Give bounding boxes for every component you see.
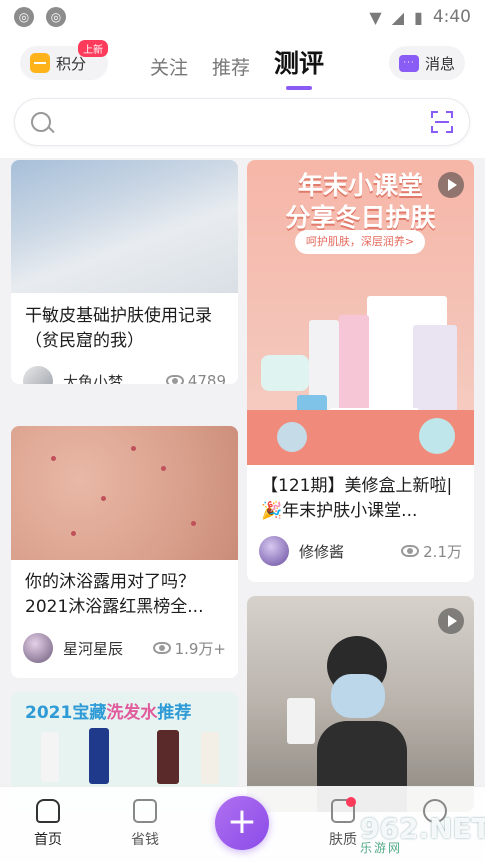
tab-recommend[interactable]: 推荐 [212,53,250,80]
signal-icon: ◢ [391,7,404,27]
play-icon [438,608,464,634]
avatar [23,633,53,663]
post-author: 大鱼小梦 4789 [23,365,226,384]
view-count: 2.1万 [401,541,462,562]
post-card[interactable]: 你的沐浴露用对了吗？2021沐浴露红黑榜全... 星河星辰 1.9万+ [11,426,238,678]
status-bar: ◎ ◎ ▼ ◢ ▮ 4:40 [0,0,485,34]
post-title: 【121期】美修盒上新啦|🎉年末护肤小课堂... [261,476,453,521]
create-post-button[interactable]: + [215,796,269,850]
eye-icon [165,375,184,384]
new-badge: 上新 [78,40,108,57]
post-card[interactable]: 干敏皮基础护肤使用记录（贫民窟的我） 大鱼小梦 4789 [11,160,238,384]
eye-icon [152,642,171,654]
search-icon [31,112,51,132]
play-icon [438,172,464,198]
avatar [259,536,289,566]
post-cover-image [11,160,238,293]
tab-review[interactable]: 测评 [274,44,324,90]
view-count: 1.9万+ [152,638,226,659]
home-icon [36,799,60,823]
post-title: 你的沐浴露用对了吗？2021沐浴露红黑榜全... [25,572,204,617]
messages-button[interactable]: ··· 消息 [389,46,465,80]
author-name: 大鱼小梦 [63,372,124,385]
post-cover-image [11,426,238,560]
tab-follow[interactable]: 关注 [150,53,188,80]
post-author: 修修酱 2.1万 [259,535,462,567]
notification-icon: ◎ [14,7,34,27]
view-count-value: 4789 [187,372,226,384]
nav-home[interactable]: 首页 [18,799,78,849]
search-area [0,90,485,158]
battery-icon: ▮ [414,7,423,27]
promo-tag: 呵护肌肤，深层润养> [295,230,425,254]
view-count-value: 1.9万+ [174,639,226,658]
promo-subheading: 分享冬日护肤 [285,203,436,232]
post-cover-image: 年末小课堂 分享冬日护肤 呵护肌肤，深层润养> [247,160,474,465]
scan-icon[interactable] [431,111,453,133]
view-count-value: 2.1万 [423,542,462,561]
calendar-icon [133,799,157,823]
top-header: 积分 上新 关注 推荐 测评 ··· 消息 [0,34,485,90]
post-author: 星河星辰 1.9万+ [23,632,226,664]
feed-tabs: 关注 推荐 测评 [150,40,324,90]
notification-icon: ◎ [46,7,66,27]
avatar [23,366,53,384]
wifi-icon: ▼ [369,7,382,27]
post-card[interactable] [247,596,474,812]
clock: 4:40 [432,7,471,27]
author-name: 星河星辰 [63,639,124,658]
search-input[interactable] [63,109,423,137]
search-bar[interactable] [14,98,470,146]
banner-title: 2021宝藏洗发水推荐 [25,703,192,723]
messages-label: 消息 [425,54,456,73]
nav-save[interactable]: 省钱 [115,799,175,849]
eye-icon [401,545,420,557]
view-count: 4789 [165,372,226,384]
post-card[interactable]: 年末小课堂 分享冬日护肤 呵护肌肤，深层润养> 【121期】美修盒上新啦|🎉年末… [247,160,474,582]
points-icon [30,53,50,73]
watermark: 962.NET 乐游网 [360,812,485,855]
post-title: 干敏皮基础护肤使用记录（贫民窟的我） [25,306,212,351]
author-name: 修修酱 [299,542,345,561]
notification-dot [346,797,356,807]
message-icon: ··· [399,54,419,72]
